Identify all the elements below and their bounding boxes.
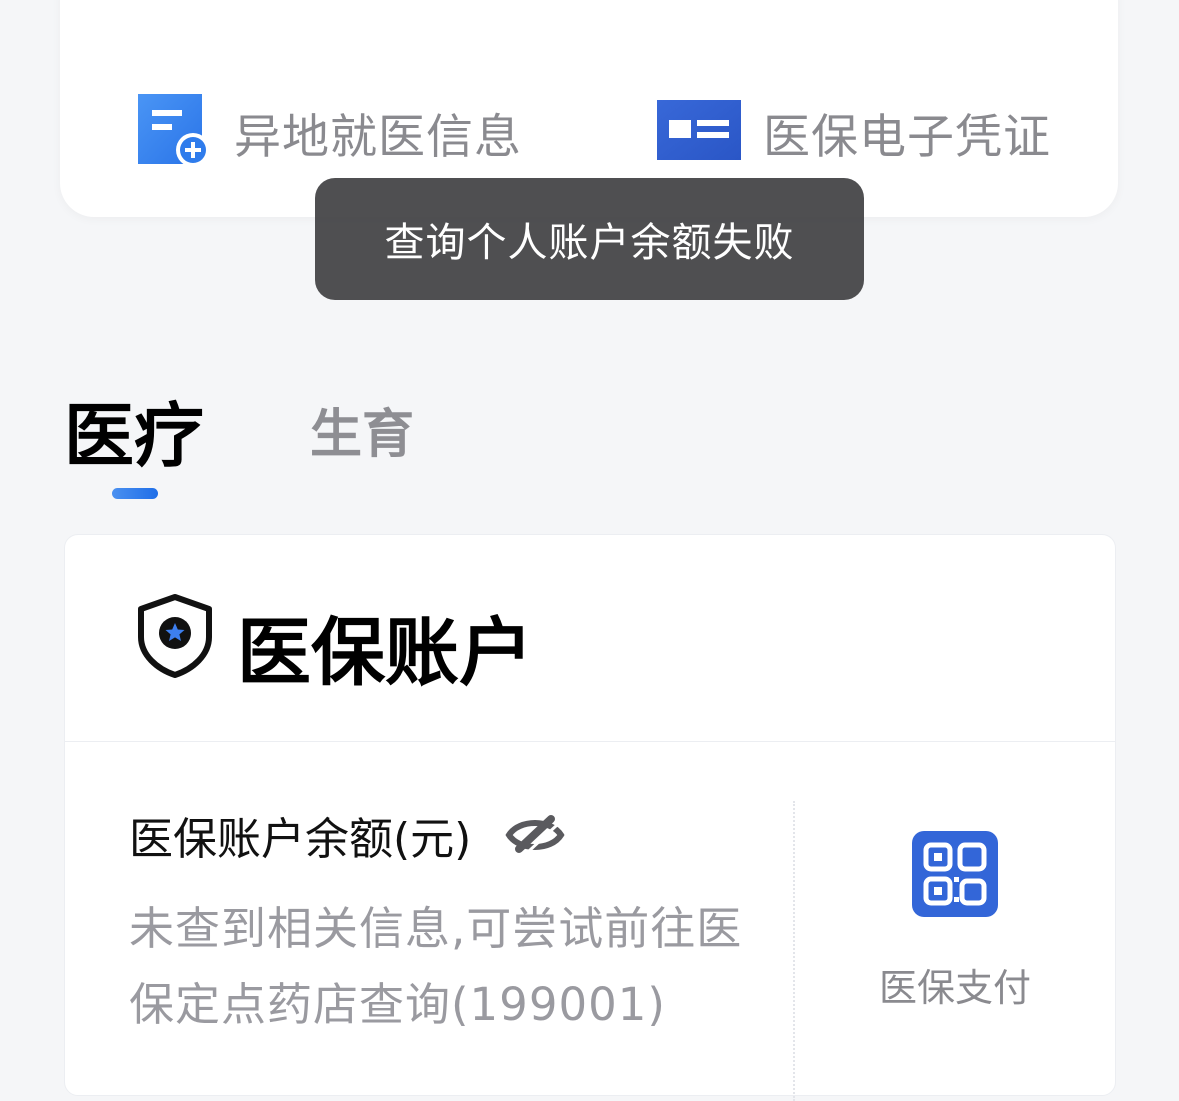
account-title: 医保账户 <box>237 610 533 696</box>
shield-star-icon <box>135 593 215 683</box>
tab-medical[interactable]: 医疗 <box>64 380 204 481</box>
remote-medical-doc-icon <box>138 94 210 170</box>
account-card-header: 医保账户 <box>65 535 1115 742</box>
eye-off-icon[interactable] <box>505 813 565 857</box>
tab-maternity[interactable]: 生育 <box>310 392 414 467</box>
qr-code-icon <box>912 831 998 921</box>
vertical-divider <box>793 801 795 1101</box>
e-certificate-label: 医保电子凭证 <box>763 109 1051 165</box>
balance-not-found-message: 未查到相关信息,可尝试前往医保定点药店查询(199001) <box>129 902 743 1031</box>
remote-medical-info-label: 异地就医信息 <box>234 109 522 165</box>
active-tab-indicator <box>112 488 158 499</box>
toast-message: 查询个人账户余额失败 <box>384 220 795 266</box>
medical-account-card: 医保账户 医保账户余额(元) 未查到相关信息,可尝试前往医保定点药店查询(199… <box>64 534 1116 1101</box>
id-card-icon <box>657 100 741 164</box>
balance-label-row: 医保账户余额(元) <box>129 803 565 867</box>
medical-pay-button[interactable]: 医保支付 <box>855 831 1055 1011</box>
balance-label: 医保账户余额(元) <box>129 814 472 865</box>
remote-medical-info-link[interactable]: 异地就医信息 <box>138 94 522 170</box>
medical-pay-label: 医保支付 <box>878 966 1031 1010</box>
e-certificate-link[interactable]: 医保电子凭证 <box>657 96 1051 168</box>
error-toast: 查询个人账户余额失败 <box>315 178 864 300</box>
